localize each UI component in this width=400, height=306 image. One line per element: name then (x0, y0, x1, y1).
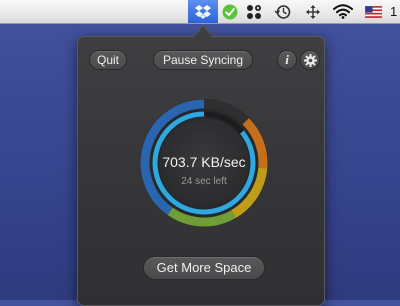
check-icon (222, 4, 238, 19)
dots-grid-icon (247, 4, 261, 19)
quit-button[interactable]: Quit (89, 50, 127, 70)
wifi-menu[interactable] (330, 0, 356, 23)
time-machine-icon (274, 4, 291, 19)
input-source-menu[interactable] (362, 0, 384, 23)
time-machine-menu[interactable] (272, 0, 294, 23)
pause-syncing-button[interactable]: Pause Syncing (153, 50, 253, 70)
gear-icon (303, 53, 317, 67)
get-more-space-button[interactable]: Get More Space (143, 256, 265, 280)
dropbox-menu-icon[interactable] (188, 0, 218, 23)
transfer-speed: 703.7 KB/sec (162, 154, 246, 170)
check-status-icon[interactable] (220, 0, 240, 23)
dropbox-popup-panel: Quit Pause Syncing i 703.7 KB/sec 24 sec… (77, 36, 325, 306)
info-button[interactable]: i (277, 50, 297, 70)
wifi-icon (333, 4, 353, 19)
dropbox-icon (195, 4, 211, 19)
dots-grid-menu[interactable] (243, 0, 265, 23)
time-remaining: 24 sec left (181, 176, 227, 187)
menu-bar: 1 (0, 0, 400, 24)
arrows-menu[interactable] (302, 0, 324, 23)
us-flag-icon (364, 5, 382, 18)
menu-clock-text[interactable]: 1 (390, 0, 400, 23)
settings-button[interactable] (300, 50, 320, 70)
popup-caret (194, 26, 212, 37)
arrows-icon (306, 4, 320, 19)
